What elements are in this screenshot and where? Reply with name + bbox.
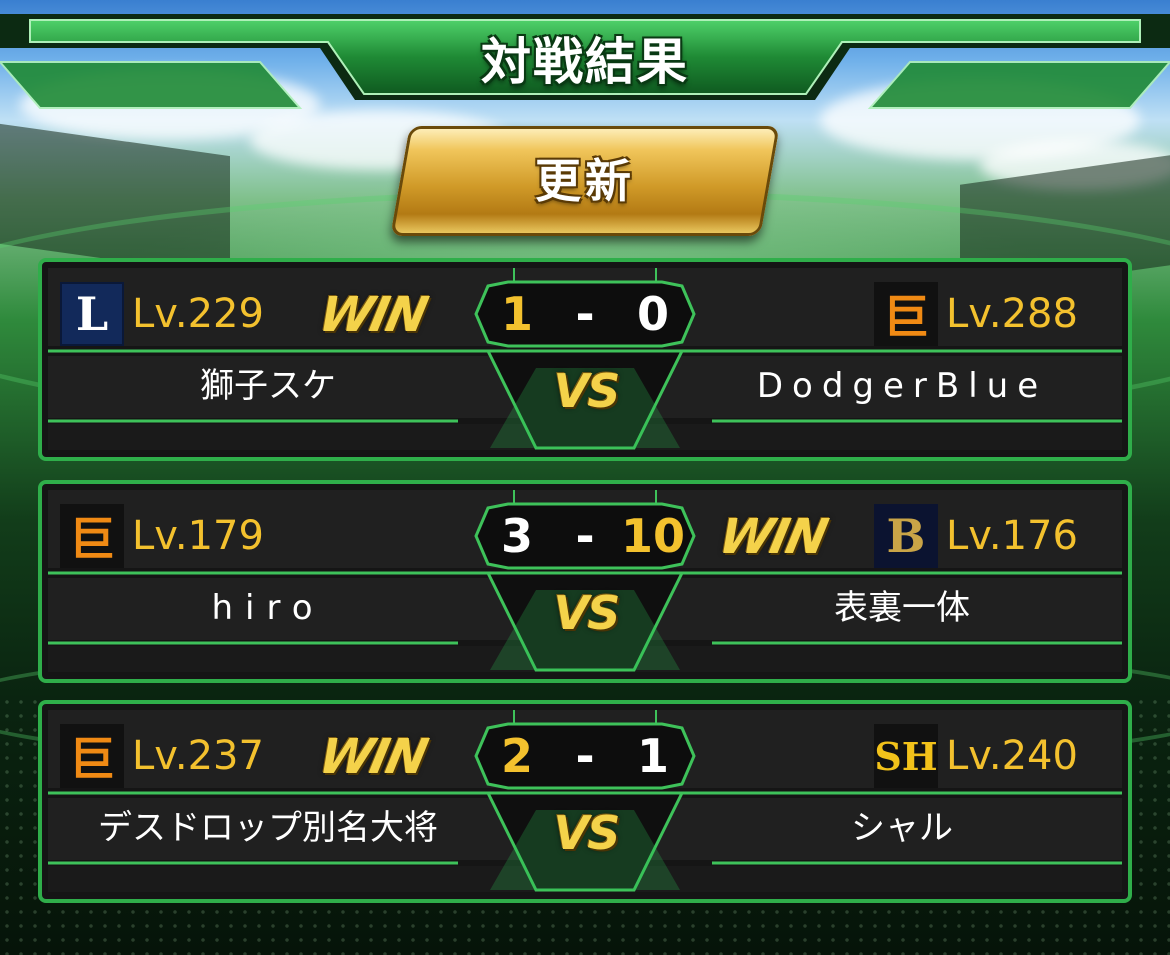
page-title: 対戦結果 xyxy=(481,33,689,91)
score-right: 10 xyxy=(620,509,685,563)
win-badge: WIN xyxy=(714,509,831,565)
match-result-card[interactable]: 巨 Lv.237 WIN 2-1 SH Lv.240 デスドロップ別名大将 VS… xyxy=(38,700,1132,903)
player-level: Lv.240 xyxy=(946,733,1078,779)
win-badge xyxy=(715,290,866,340)
player-name-right: 表裏一体 xyxy=(834,588,970,628)
giants-logo-icon: 巨 xyxy=(874,282,938,346)
vs-label: VS xyxy=(553,364,621,418)
match-result-card[interactable]: 巨 Lv.179 3-10 WIN B Lv.176 hiro VS 表裏一体 xyxy=(38,480,1132,683)
vs-label: VS xyxy=(553,586,621,640)
player-name-left: 獅子スケ xyxy=(200,366,336,406)
player-level: Lv.288 xyxy=(946,291,1078,337)
score-left: 3 xyxy=(500,509,533,563)
player-name-right: DodgerBlue xyxy=(756,366,1048,406)
buffaloes-logo-icon: B xyxy=(874,504,938,568)
refresh-button[interactable]: 更新 xyxy=(390,126,780,236)
match-result-card[interactable]: L Lv.229 WIN 1-0 巨 Lv.288 獅子スケ VS Dodger… xyxy=(38,258,1132,461)
score-dash: - xyxy=(575,287,595,341)
refresh-button-label: 更新 xyxy=(535,154,635,208)
header-bar: 対戦結果 xyxy=(0,0,1170,110)
vs-label: VS xyxy=(553,806,621,860)
player-name-right: シャル xyxy=(851,808,953,848)
player-name-left: hiro xyxy=(211,588,325,628)
score-dash: - xyxy=(575,729,595,783)
win-badge xyxy=(715,732,866,782)
player-level: Lv.176 xyxy=(946,513,1078,559)
player-name-left: デスドロップ別名大将 xyxy=(98,808,438,848)
score-right: 0 xyxy=(636,287,669,341)
score-left: 1 xyxy=(500,287,533,341)
hawks-logo-icon: SH xyxy=(874,724,938,788)
score-right: 1 xyxy=(636,729,669,783)
score-left: 2 xyxy=(500,729,533,783)
score-dash: - xyxy=(575,509,595,563)
